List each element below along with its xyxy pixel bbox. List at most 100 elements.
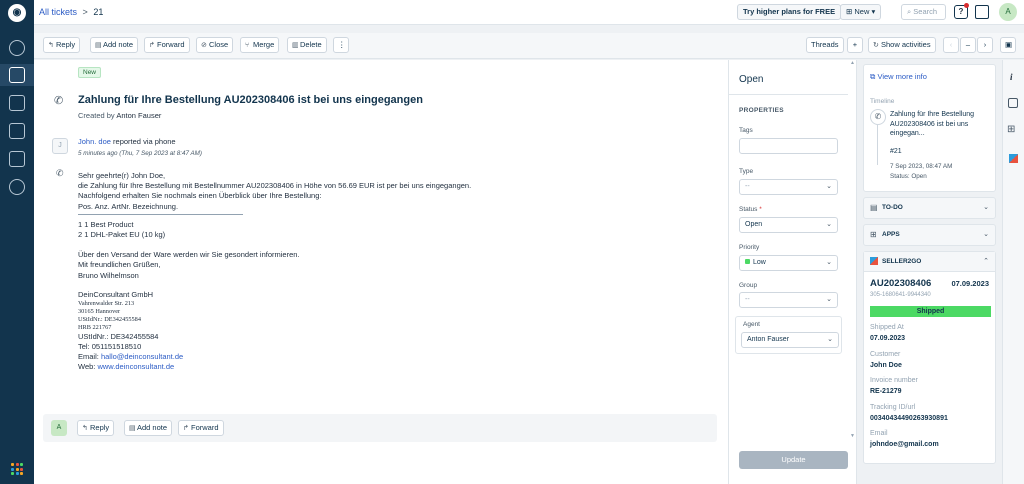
breadcrumb-all-tickets[interactable]: All tickets xyxy=(39,7,77,17)
tags-input[interactable] xyxy=(739,138,838,154)
collapse-button[interactable]: – xyxy=(960,37,976,53)
status-badge: New xyxy=(78,67,102,78)
knowledge-base-icon[interactable] xyxy=(9,123,25,139)
close-button[interactable]: ⊘ Close xyxy=(196,37,234,53)
chevron-down-icon: ⌄ xyxy=(983,204,989,211)
info-icon[interactable]: i xyxy=(1010,72,1013,82)
divider xyxy=(729,94,848,95)
web-link[interactable]: www.deinconsultant.de xyxy=(97,362,174,371)
closing-line: Mit freundlichen Grüßen, xyxy=(78,260,161,270)
more-actions-button[interactable]: ⋮ xyxy=(333,37,349,53)
reply-bar-forward-button[interactable]: ↱ Forward xyxy=(178,420,224,436)
threads-add-button[interactable]: + xyxy=(847,37,863,53)
email-link[interactable]: hallo@deinconsultant.de xyxy=(101,352,183,361)
panel-layout-icon: ▣ xyxy=(1005,40,1013,49)
tickets-icon[interactable] xyxy=(9,67,25,83)
reply-bar-reply-button[interactable]: ↰ Reply xyxy=(77,420,115,436)
reports-icon[interactable] xyxy=(9,151,25,167)
admin-gear-icon[interactable] xyxy=(9,179,25,195)
requester-avatar: J xyxy=(52,138,68,154)
reply-bar-add-note-button[interactable]: ▤Add note xyxy=(124,420,173,436)
prev-ticket-button[interactable]: ‹ xyxy=(943,37,959,53)
status-select[interactable]: Open ⌄ xyxy=(739,217,838,233)
type-label: Type xyxy=(739,168,754,175)
seller2go-icon[interactable] xyxy=(1009,154,1018,163)
marketplace-icon[interactable] xyxy=(975,5,989,19)
customer-value: John Doe xyxy=(870,362,902,369)
divider xyxy=(78,213,243,215)
merge-icon: ⑂ xyxy=(245,42,250,49)
update-button[interactable]: Update xyxy=(739,451,848,469)
status-value: Open xyxy=(745,221,763,228)
agent-avatar: A xyxy=(51,420,67,436)
properties-panel: Open PROPERTIES Tags Type -- ⌄ Status * O… xyxy=(728,60,857,484)
calendar-icon[interactable] xyxy=(1008,98,1018,108)
chevron-down-icon: ⌄ xyxy=(983,231,989,238)
timeline-time: 7 Sep 2023, 08:47 AM xyxy=(890,163,953,170)
dashboard-icon[interactable] xyxy=(9,40,25,56)
scroll-down-icon[interactable]: ▼ xyxy=(850,433,855,439)
chevron-down-icon: ⌄ xyxy=(827,336,833,343)
properties-scrollbar[interactable]: ▲ ▼ xyxy=(849,60,855,445)
view-more-link[interactable]: ⧉ View more info xyxy=(870,72,927,82)
forward-button[interactable]: ↱ Forward xyxy=(144,37,190,53)
freshdesk-logo[interactable]: ◉ xyxy=(8,4,26,22)
note-icon: ▤ xyxy=(95,42,102,49)
scroll-up-icon[interactable]: ▲ xyxy=(850,60,855,66)
layout-toggle-button[interactable]: ▣ xyxy=(1000,37,1016,53)
show-activities-button[interactable]: ↻ Show activities xyxy=(868,37,936,53)
apps-icon[interactable]: ⊞ xyxy=(1007,124,1015,135)
web-label: Web: xyxy=(78,362,96,372)
priority-select[interactable]: Low ⌄ xyxy=(739,255,838,271)
note-icon: ▤ xyxy=(129,425,136,432)
forward-icon: ↱ xyxy=(149,42,155,49)
delete-button[interactable]: ▥Delete xyxy=(287,37,327,53)
threads-button[interactable]: Threads xyxy=(806,37,844,53)
reply-label: Reply xyxy=(56,40,76,49)
message-time: 5 minutes ago (Thu, 7 Sep 2023 at 8:47 A… xyxy=(78,150,203,157)
requester-name[interactable]: John. doe xyxy=(78,137,111,146)
add-note-button[interactable]: ▤Add note xyxy=(90,37,139,53)
phone-icon: ✆ xyxy=(54,95,64,107)
reply-bar: A ↰ Reply ▤Add note ↱ Forward xyxy=(43,414,717,442)
merge-button[interactable]: ⑂ Merge xyxy=(240,37,280,53)
group-select[interactable]: -- ⌄ xyxy=(739,292,838,308)
priority-label: Priority xyxy=(739,244,760,251)
body-line: die Zahlung für Ihre Bestellung mit Best… xyxy=(78,181,472,191)
address-line: 30165 Hannover xyxy=(78,307,121,315)
reply-button[interactable]: ↰ Reply xyxy=(43,37,81,53)
add-note-label: Add note xyxy=(137,423,168,432)
customer-label: Customer xyxy=(870,351,901,358)
type-select[interactable]: -- ⌄ xyxy=(739,179,838,195)
new-button[interactable]: ⊞ New ▾ xyxy=(840,4,882,20)
shipped-status-bar: Shipped xyxy=(870,306,991,317)
seller2go-header[interactable]: SELLER2GO ⌃ xyxy=(864,252,995,272)
agent-select[interactable]: Anton Fauser ⌄ xyxy=(741,332,839,348)
plus-square-icon: ⊞ xyxy=(846,7,853,16)
right-icon-strip: i ⊞ xyxy=(1002,60,1024,484)
tracking-value[interactable]: 00340434490263930891 xyxy=(870,415,948,422)
try-plans-button[interactable]: Try higher plans for FREE xyxy=(737,4,842,20)
apps-section[interactable]: ⊞ APPS ⌄ xyxy=(863,224,996,246)
apps-grid-icon[interactable] xyxy=(11,463,23,475)
invoice-label: Invoice number xyxy=(870,377,918,384)
address-line: Vahrenwalder Str. 213 xyxy=(78,299,135,307)
timeline-status: Status: Open xyxy=(890,173,927,180)
status-label-text: Status xyxy=(739,206,758,213)
body-line: Pos. Anz. ArtNr. Bezeichnung. xyxy=(78,201,179,211)
chevron-down-icon: ⌄ xyxy=(826,259,832,266)
user-avatar[interactable]: A xyxy=(999,3,1017,21)
next-ticket-button[interactable]: › xyxy=(977,37,993,53)
contacts-icon[interactable] xyxy=(9,95,25,111)
search-button[interactable]: ⌕ Search xyxy=(901,4,946,20)
chevron-up-icon: ⌃ xyxy=(983,258,989,265)
timeline-title[interactable]: Zahlung für Ihre Bestellung AU202308406 … xyxy=(890,110,990,139)
todo-icon: ▤ xyxy=(870,203,878,212)
order-sub-id: 305-1680641-9944340 xyxy=(870,292,931,298)
reply-label: Reply xyxy=(90,423,110,432)
todo-section[interactable]: ▤ TO-DO ⌄ xyxy=(863,197,996,219)
show-activities-label: Show activities xyxy=(881,40,931,49)
priority-indicator xyxy=(745,259,750,264)
group-label: Group xyxy=(739,282,758,289)
reported-via: reported via phone xyxy=(113,137,176,146)
